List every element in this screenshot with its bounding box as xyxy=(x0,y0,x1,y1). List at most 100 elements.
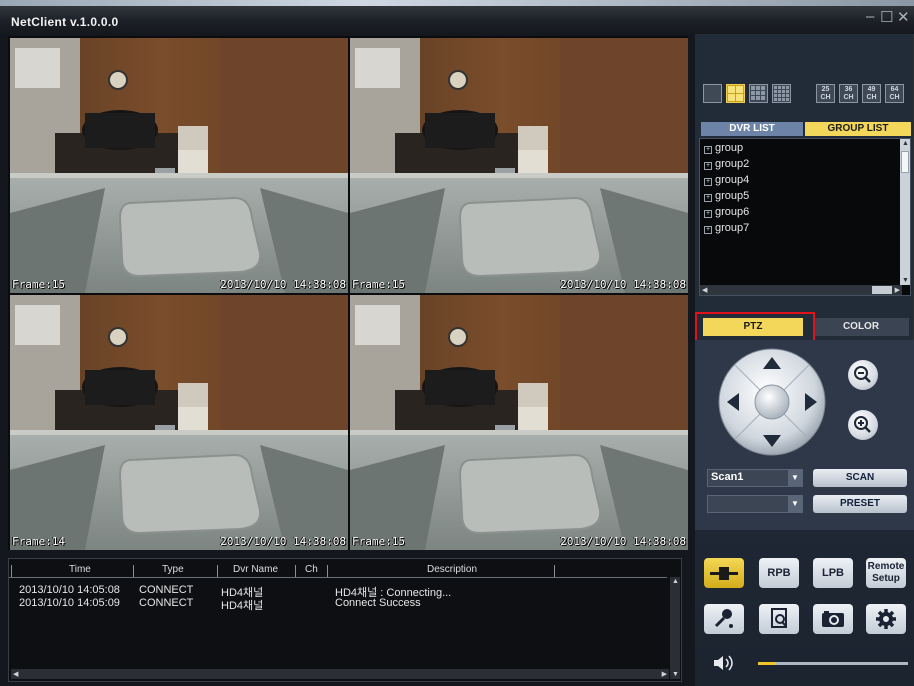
frame-counter: Frame:15 xyxy=(12,278,65,291)
chevron-down-icon[interactable]: ▼ xyxy=(788,496,802,512)
video-grid: Frame:15 2013/10/10 14:38:08 Frame:15 20… xyxy=(8,36,688,550)
camera-scene xyxy=(350,38,688,293)
layout-36-button[interactable]: 36 CH xyxy=(839,84,858,103)
settings-button[interactable] xyxy=(866,604,906,634)
tab-color[interactable]: COLOR xyxy=(813,318,909,336)
expand-icon[interactable]: + xyxy=(704,162,712,170)
frame-counter: Frame:14 xyxy=(12,535,65,548)
layout-49-button[interactable]: 49 CH xyxy=(862,84,881,103)
timestamp-overlay: 2013/10/10 14:38:08 xyxy=(220,278,346,291)
scroll-right-icon[interactable]: ▶ xyxy=(662,670,667,678)
layout-4-button[interactable] xyxy=(726,84,745,103)
scroll-up-icon[interactable]: ▲ xyxy=(902,140,909,147)
plug-icon xyxy=(710,567,738,580)
timestamp-overlay: 2013/10/10 14:38:08 xyxy=(560,278,686,291)
connect-button[interactable] xyxy=(704,558,744,588)
log-time: 2013/10/10 14:05:08 xyxy=(19,584,120,596)
timestamp-overlay: 2013/10/10 14:38:08 xyxy=(220,535,346,548)
camera-scene xyxy=(10,38,348,293)
camera-icon xyxy=(822,611,844,627)
remote-setup-button[interactable]: Remote Setup xyxy=(866,558,906,588)
microphone-icon xyxy=(714,609,733,628)
scroll-up-icon[interactable]: ▲ xyxy=(672,578,679,585)
log-dvr: HD4채널 xyxy=(221,600,264,612)
document-search-icon xyxy=(771,608,787,628)
log-col-dvr-name[interactable]: Dvr Name xyxy=(233,564,278,575)
volume-slider[interactable] xyxy=(758,662,908,665)
frame-counter: Frame:15 xyxy=(352,278,405,291)
log-horizontal-scrollbar[interactable]: ◀ ▶ xyxy=(11,669,669,679)
tree-vertical-scrollbar[interactable]: ▲ ▼ xyxy=(900,139,910,285)
log-time: 2013/10/10 14:05:09 xyxy=(19,597,120,609)
tree-item-group6[interactable]: + group6 xyxy=(704,206,749,218)
log-type: CONNECT xyxy=(139,597,194,609)
volume-level xyxy=(758,662,776,665)
layout-64-button[interactable]: 64 CH xyxy=(885,84,904,103)
video-tile-3[interactable]: Frame:14 2013/10/10 14:38:08 xyxy=(10,295,348,550)
frame-counter: Frame:15 xyxy=(352,535,405,548)
tree-item-group2[interactable]: + group2 xyxy=(704,158,749,170)
log-vertical-scrollbar[interactable]: ▲ ▼ xyxy=(670,577,680,679)
scroll-right-icon[interactable]: ▶ xyxy=(895,286,900,294)
camera-scene xyxy=(10,295,348,550)
expand-icon[interactable]: + xyxy=(704,210,712,218)
scroll-down-icon[interactable]: ▼ xyxy=(672,671,679,678)
expand-icon[interactable]: + xyxy=(704,178,712,186)
zoom-out-button[interactable] xyxy=(848,360,878,390)
scroll-left-icon[interactable]: ◀ xyxy=(702,286,707,294)
log-type: CONNECT xyxy=(139,584,194,596)
log-header: Time Type Dvr Name Ch Description xyxy=(9,563,681,577)
zoom-in-button[interactable] xyxy=(848,410,878,440)
log-col-ch[interactable]: Ch xyxy=(305,564,318,575)
scan-button[interactable]: SCAN xyxy=(813,469,907,487)
tab-dvr-list[interactable]: DVR LIST xyxy=(701,122,803,136)
minimize-button[interactable]: – xyxy=(866,8,874,25)
tree-item-group7[interactable]: + group7 xyxy=(704,222,749,234)
tab-ptz[interactable]: PTZ xyxy=(703,318,803,336)
tree-item-group4[interactable]: + group4 xyxy=(704,174,749,186)
scroll-thumb[interactable] xyxy=(872,286,892,294)
layout-9-button[interactable] xyxy=(749,84,768,103)
app-title: NetClient v.1.0.0.0 xyxy=(11,15,119,29)
preset-select[interactable]: ▼ xyxy=(707,495,803,513)
video-tile-2[interactable]: Frame:15 2013/10/10 14:38:08 xyxy=(350,38,688,293)
gear-icon xyxy=(876,609,896,629)
rpb-button[interactable]: RPB xyxy=(759,558,799,588)
tree-item-group5[interactable]: + group5 xyxy=(704,190,749,202)
expand-icon[interactable]: + xyxy=(704,146,712,154)
tree-item-group[interactable]: + group xyxy=(704,142,743,154)
tree-horizontal-scrollbar[interactable]: ◀ ▶ xyxy=(700,285,902,295)
video-tile-4[interactable]: Frame:15 2013/10/10 14:38:08 xyxy=(350,295,688,550)
close-button[interactable]: ✕ xyxy=(897,8,910,26)
scroll-down-icon[interactable]: ▼ xyxy=(902,277,909,284)
title-bar-strip xyxy=(0,0,914,6)
microphone-button[interactable] xyxy=(704,604,744,634)
search-document-button[interactable] xyxy=(759,604,799,634)
video-tile-1[interactable]: Frame:15 2013/10/10 14:38:08 xyxy=(10,38,348,293)
expand-icon[interactable]: + xyxy=(704,226,712,234)
group-tree: + group + group2 + group4 + group5 + group6 +… xyxy=(699,138,911,296)
log-description: Connect Success xyxy=(335,597,421,609)
layout-16-button[interactable] xyxy=(772,84,791,103)
layout-1-button[interactable] xyxy=(703,84,722,103)
ptz-direction-pad[interactable] xyxy=(717,347,827,457)
camera-scene xyxy=(350,295,688,550)
timestamp-overlay: 2013/10/10 14:38:08 xyxy=(560,535,686,548)
maximize-button[interactable]: ☐ xyxy=(880,8,893,26)
scroll-thumb[interactable] xyxy=(901,151,909,173)
scan-select[interactable]: Scan1 ▼ xyxy=(707,469,803,487)
layout-25-button[interactable]: 25 CH xyxy=(816,84,835,103)
log-col-time[interactable]: Time xyxy=(69,564,91,575)
preset-button[interactable]: PRESET xyxy=(813,495,907,513)
expand-icon[interactable]: + xyxy=(704,194,712,202)
log-col-description[interactable]: Description xyxy=(427,564,477,575)
lpb-button[interactable]: LPB xyxy=(813,558,853,588)
event-log-panel: Time Type Dvr Name Ch Description 2013/1… xyxy=(8,558,682,682)
speaker-icon[interactable] xyxy=(712,654,736,672)
chevron-down-icon[interactable]: ▼ xyxy=(788,470,802,486)
tab-group-list[interactable]: GROUP LIST xyxy=(805,122,911,136)
scroll-left-icon[interactable]: ◀ xyxy=(13,670,18,678)
log-col-type[interactable]: Type xyxy=(162,564,184,575)
snapshot-button[interactable] xyxy=(813,604,853,634)
title-bar: NetClient v.1.0.0.0 – ☐ ✕ xyxy=(0,0,914,34)
